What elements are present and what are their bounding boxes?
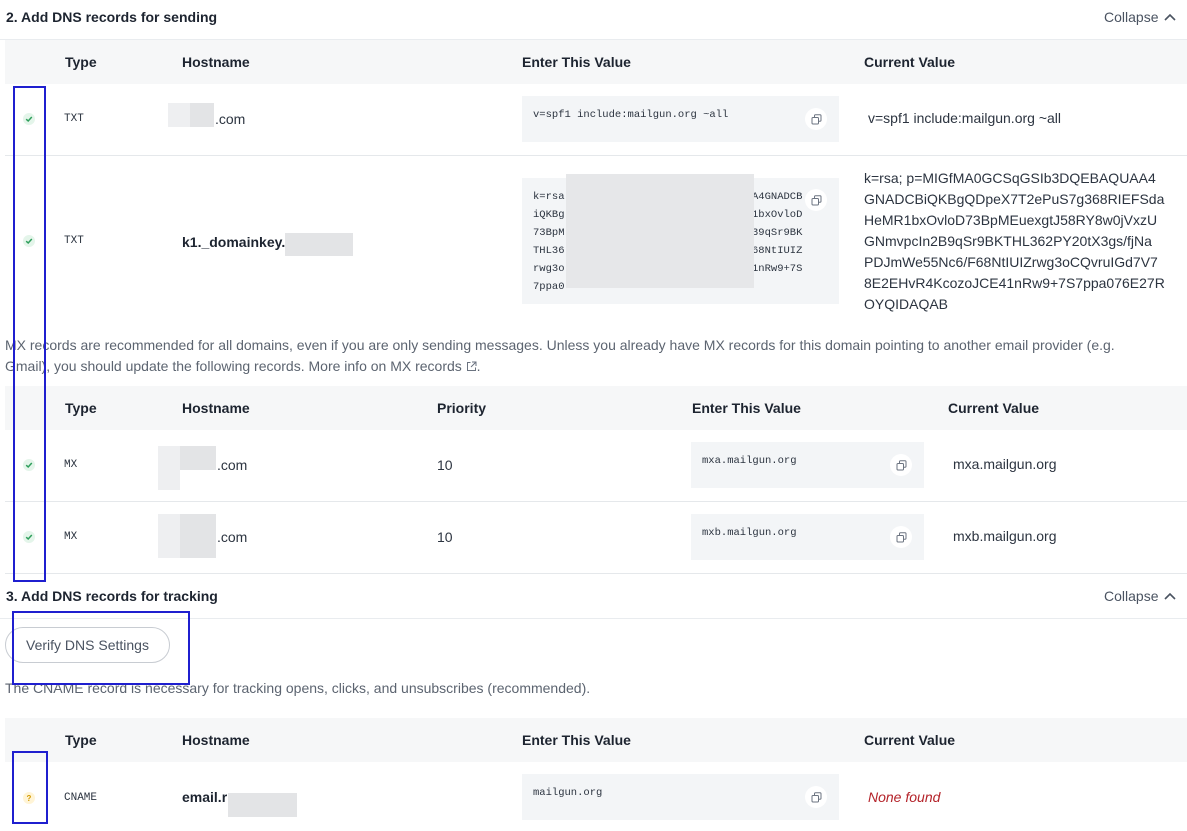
- dkim-value-tail: 1bxOvloD: [752, 209, 803, 221]
- redacted-hostname: [158, 514, 180, 558]
- record-type: TXT: [64, 113, 84, 125]
- collapse-label: Collapse: [1104, 588, 1159, 604]
- current-value-line: OYQIDAQAB: [864, 296, 949, 312]
- copy-icon: [896, 459, 906, 470]
- record-hostname: k1._domainkey.: [182, 234, 286, 250]
- copy-value-button[interactable]: [890, 454, 912, 476]
- redacted-hostname: [168, 103, 190, 127]
- record-priority: 10: [437, 457, 453, 473]
- dkim-value-line: k=rsa: [533, 191, 565, 203]
- record-value: mxa.mailgun.org: [702, 455, 797, 467]
- row-divider: [5, 155, 1187, 156]
- record-value: v=spf1 include:mailgun.org ~all: [533, 109, 729, 121]
- record-type: TXT: [64, 235, 84, 247]
- col-current-value: Current Value: [864, 54, 956, 70]
- col-type: Type: [65, 732, 97, 748]
- row-divider: [5, 573, 1187, 574]
- dkim-value-tail: 39qSr9BK: [752, 227, 803, 239]
- copy-value-button[interactable]: [890, 526, 912, 548]
- redacted-hostname: [180, 514, 216, 558]
- copy-icon: [811, 194, 821, 205]
- col-hostname: Hostname: [182, 732, 250, 748]
- mx-note-text: Gmail), you should update the following …: [5, 358, 462, 374]
- row-divider: [5, 501, 1187, 502]
- record-hostname: email.r: [182, 789, 228, 805]
- record-type: MX: [64, 459, 78, 471]
- current-value-line: GNmvpcIn2B9qSr9BKTHL362PY20tX3gs/fjNa: [864, 233, 1152, 249]
- col-enter-value: Enter This Value: [522, 732, 631, 748]
- highlight-verify-button: [12, 611, 190, 685]
- mx-note-line-2: Gmail), you should update the following …: [5, 358, 481, 374]
- current-value-line: HeMR1bxOvloD73BpMEuexgtJ58RY8w0jVxzU: [864, 212, 1158, 228]
- current-value-line: 8E2EHvR4KcozoJCE41nRw9+7S7ppa076E27R: [864, 275, 1165, 291]
- dkim-value-line: 73BpM: [533, 227, 565, 239]
- collapse-label: Collapse: [1104, 9, 1159, 25]
- copy-icon: [811, 791, 821, 802]
- dkim-value-tail: A4GNADCB: [752, 191, 803, 203]
- record-hostname: .com: [217, 457, 248, 473]
- current-value-none-found: None found: [868, 789, 941, 805]
- record-value: mailgun.org: [533, 787, 603, 799]
- current-value-line: GNADCBiQKBgQDpeX7T2ePuS7g368RIEFSda: [864, 191, 1165, 207]
- copy-value-button[interactable]: [805, 786, 827, 808]
- record-priority: 10: [437, 529, 453, 545]
- col-type: Type: [65, 54, 97, 70]
- record-value: mxb.mailgun.org: [702, 527, 797, 539]
- dkim-value-tail: 68NtIUIZ: [752, 245, 803, 257]
- col-hostname: Hostname: [182, 54, 250, 70]
- dkim-value-line: iQKBg: [533, 209, 565, 221]
- copy-icon: [896, 531, 906, 542]
- copy-icon: [811, 113, 821, 124]
- section-3-title: 3. Add DNS records for tracking: [6, 588, 218, 604]
- collapse-section-3[interactable]: Collapse: [1104, 588, 1177, 604]
- col-enter-value: Enter This Value: [522, 54, 631, 70]
- highlight-status-column: [13, 86, 46, 582]
- chevron-up-icon: [1164, 13, 1177, 21]
- mx-note-line-1: MX records are recommended for all domai…: [5, 337, 1115, 353]
- current-value-line: PDJmWe55Nc6/F68NtIUIZrwg3oCQvruIGd7V7: [864, 254, 1158, 270]
- dkim-value-tail: 1nRw9+7S: [752, 263, 803, 275]
- col-type: Type: [65, 400, 97, 416]
- section-2-title: 2. Add DNS records for sending: [6, 9, 218, 25]
- redacted-hostname: [190, 103, 214, 127]
- col-current-value: Current Value: [864, 732, 956, 748]
- record-type: MX: [64, 531, 78, 543]
- col-enter-value: Enter This Value: [692, 400, 801, 416]
- current-value: mxb.mailgun.org: [953, 528, 1057, 544]
- current-value: v=spf1 include:mailgun.org ~all: [868, 110, 1062, 126]
- col-priority: Priority: [437, 400, 487, 416]
- record-type: CNAME: [64, 792, 98, 804]
- redacted-value: [566, 174, 754, 288]
- current-value-line: k=rsa; p=MIGfMA0GCSqGSIb3DQEBAQUAA4: [864, 170, 1156, 186]
- redacted-hostname: [285, 233, 353, 256]
- dkim-value-line: 7ppa0: [533, 281, 565, 293]
- redacted-hostname: [158, 446, 180, 490]
- record-hostname: .com: [215, 111, 246, 127]
- highlight-cname-status: [12, 751, 48, 824]
- redacted-hostname: [228, 793, 297, 817]
- record-hostname: .com: [217, 529, 248, 545]
- dkim-value-line: THL36: [533, 245, 565, 257]
- current-value: mxa.mailgun.org: [953, 456, 1057, 472]
- col-current-value: Current Value: [948, 400, 1040, 416]
- copy-value-button[interactable]: [805, 108, 827, 130]
- chevron-up-icon: [1164, 592, 1177, 600]
- copy-value-button[interactable]: [805, 189, 827, 211]
- dkim-value-line: rwg3o: [533, 263, 565, 275]
- col-hostname: Hostname: [182, 400, 250, 416]
- external-link-icon[interactable]: [466, 358, 477, 374]
- collapse-section-2[interactable]: Collapse: [1104, 9, 1177, 25]
- redacted-hostname: [180, 446, 216, 470]
